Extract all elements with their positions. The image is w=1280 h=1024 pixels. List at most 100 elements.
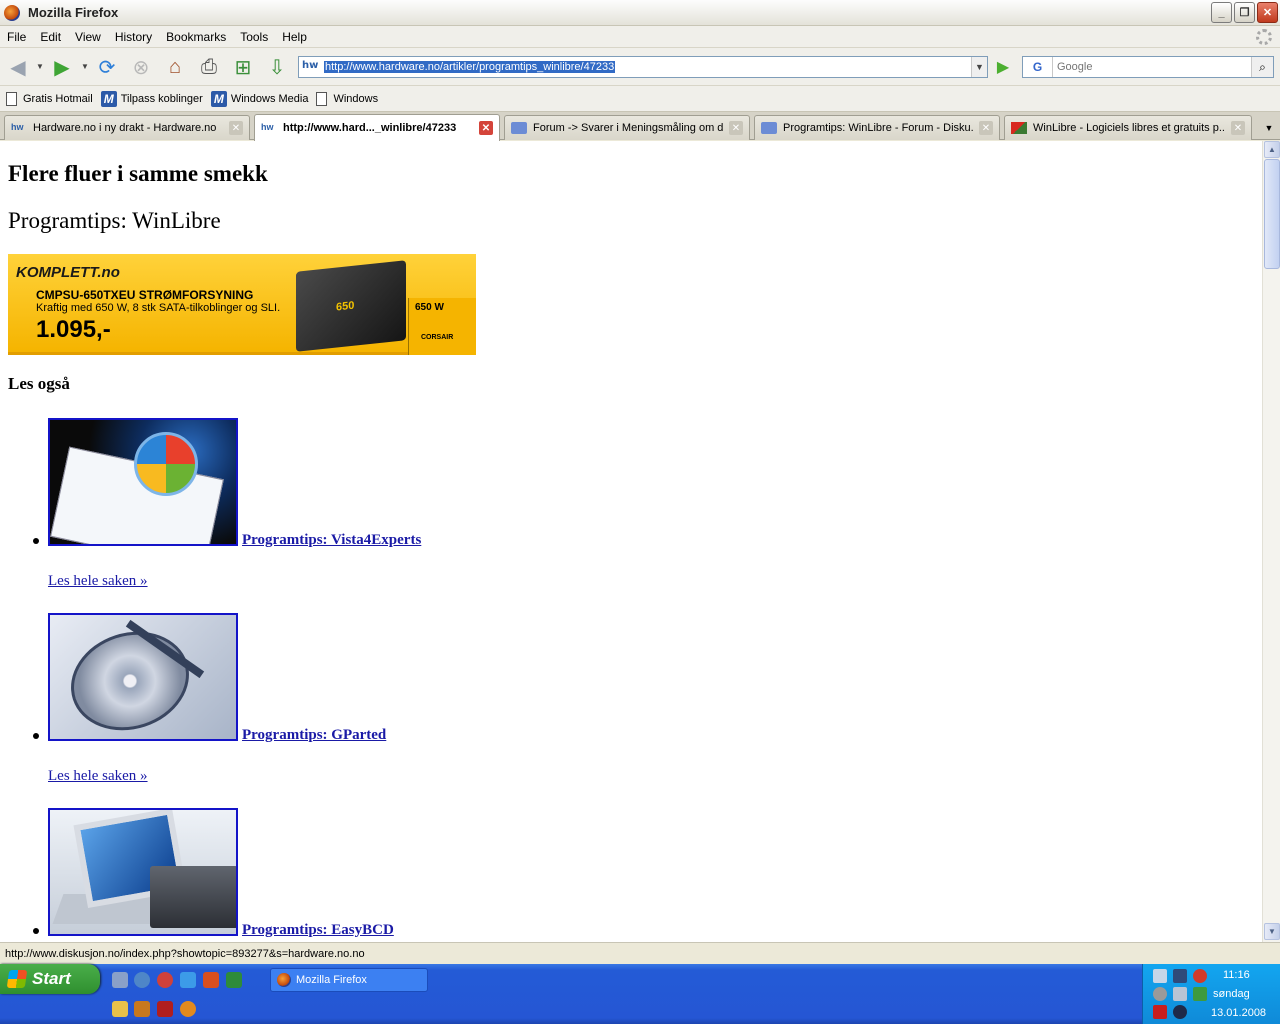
taskbar: Start Mozilla Firefox 11:16 søndag 13.01…	[0, 964, 1280, 1024]
system-tray: 11:16 søndag 13.01.2008	[1142, 964, 1280, 1024]
quicklaunch-browser-icon[interactable]	[134, 972, 150, 988]
vista4experts-thumbnail[interactable]	[48, 418, 238, 546]
komplett-ad-banner[interactable]: KOMPLETT.no CMPSU-650TXEU STRØMFORSYNING…	[8, 254, 476, 355]
quicklaunch-ati-icon[interactable]	[157, 1001, 173, 1017]
ad-side-panel: 650 W CORSAIR	[408, 298, 476, 355]
ad-description: Kraftig med 650 W, 8 stk SATA-tilkobling…	[36, 302, 281, 314]
ati-icon[interactable]	[1153, 1005, 1167, 1019]
psu-label: 650	[336, 299, 355, 314]
ad-product: CMPSU-650TXEU STRØMFORSYNING	[36, 288, 254, 302]
tab-close-icon[interactable]: ✕	[979, 121, 993, 135]
vertical-scrollbar[interactable]: ▲ ▼	[1262, 141, 1280, 942]
url-bar[interactable]: hw http://www.hardware.no/artikler/progr…	[298, 56, 988, 78]
media-icon[interactable]	[1173, 1005, 1187, 1019]
quicklaunch-java-icon[interactable]	[134, 1001, 150, 1017]
ad-brand: KOMPLETT.no	[16, 264, 120, 281]
menu-tools[interactable]: Tools	[233, 30, 275, 44]
security-alert-icon[interactable]	[1193, 969, 1207, 983]
bookmark-windows[interactable]: Windows	[316, 91, 379, 106]
search-input[interactable]	[1057, 58, 1247, 76]
menu-bookmarks[interactable]: Bookmarks	[159, 30, 233, 44]
scroll-up-icon[interactable]: ▲	[1264, 141, 1280, 158]
bookmark-label: Gratis Hotmail	[23, 92, 93, 105]
quicklaunch-tool-icon[interactable]	[112, 1001, 128, 1017]
quicklaunch-excel-icon[interactable]	[226, 972, 242, 988]
home-icon[interactable]: ⌂	[163, 55, 187, 79]
window-title: Mozilla Firefox	[28, 5, 119, 20]
update-icon[interactable]	[1193, 987, 1207, 1001]
tab-close-icon[interactable]: ✕	[1231, 121, 1245, 135]
menu-history[interactable]: History	[108, 30, 159, 44]
quicklaunch-ie-icon[interactable]	[180, 972, 196, 988]
menu-view[interactable]: View	[68, 30, 108, 44]
go-arrow-icon[interactable]: ▶	[992, 57, 1014, 77]
forward-arrow-icon[interactable]: ▶	[50, 55, 74, 79]
tab-close-icon[interactable]: ✕	[729, 121, 743, 135]
easybcd-thumbnail[interactable]	[48, 808, 238, 936]
tab-close-icon[interactable]: ✕	[479, 121, 493, 135]
bookmark-gratis-hotmail[interactable]: Gratis Hotmail	[6, 91, 93, 106]
search-engine-label: G	[1032, 60, 1043, 74]
url-text[interactable]: http://www.hardware.no/artikler/programt…	[324, 61, 616, 73]
print-icon[interactable]: ⎙	[197, 55, 221, 79]
quicklaunch-media-icon[interactable]	[157, 972, 173, 988]
tab-hardware-no[interactable]: hw Hardware.no i ny drakt - Hardware.no …	[4, 115, 250, 140]
tab-forum-meningsmaling[interactable]: Forum -> Svarer i Meningsmåling om d... …	[504, 115, 750, 140]
tab-label: Forum -> Svarer i Meningsmåling om d...	[533, 122, 723, 134]
article-link-easybcd[interactable]: Programtips: EasyBCD	[242, 922, 394, 939]
bookmarks-toolbar: Gratis Hotmail M Tilpass koblinger M Win…	[0, 86, 1280, 112]
list-bullet	[33, 733, 39, 739]
windows-flag-icon	[6, 970, 28, 988]
download-icon[interactable]: ⇩	[265, 55, 289, 79]
list-bullet	[33, 928, 39, 934]
tab-winlibre-article[interactable]: hw http://www.hard..._winlibre/47233 ✕	[254, 114, 500, 141]
article-link-vista4experts[interactable]: Programtips: Vista4Experts	[242, 532, 421, 549]
scroll-thumb[interactable]	[1264, 159, 1280, 269]
bookmark-label: Windows	[333, 92, 379, 105]
msn-icon: M	[100, 90, 117, 107]
throbber-icon	[1256, 29, 1272, 45]
tab-forum-winlibre[interactable]: Programtips: WinLibre - Forum - Disku...…	[754, 115, 1000, 140]
stop-icon[interactable]: ⊗	[129, 55, 153, 79]
maximize-button[interactable]: ❐	[1234, 2, 1255, 23]
quicklaunch-desktop-icon[interactable]	[112, 972, 128, 988]
status-bar: http://www.diskusjon.no/index.php?showto…	[0, 942, 1280, 964]
list-bullet	[33, 538, 39, 544]
minimize-button[interactable]: _	[1211, 2, 1232, 23]
google-engine-icon[interactable]: G	[1023, 57, 1053, 77]
taskbar-firefox-button[interactable]: Mozilla Firefox	[270, 968, 428, 992]
tab-label: WinLibre - Logiciels libres et gratuits …	[1033, 122, 1225, 134]
network-monitor-icon[interactable]	[1173, 969, 1187, 983]
back-history-dropdown[interactable]: ▼	[36, 62, 44, 71]
gparted-thumbnail[interactable]	[48, 613, 238, 741]
search-bar[interactable]: G ⌕	[1022, 56, 1274, 78]
scroll-down-icon[interactable]: ▼	[1264, 923, 1280, 940]
tab-close-icon[interactable]: ✕	[229, 121, 243, 135]
network-icon[interactable]	[1153, 969, 1167, 983]
quicklaunch-firefox-icon[interactable]	[180, 1001, 196, 1017]
forward-history-dropdown[interactable]: ▼	[81, 62, 89, 71]
tab-winlibre-site[interactable]: WinLibre - Logiciels libres et gratuits …	[1004, 115, 1252, 140]
reload-icon[interactable]: ⟳	[95, 55, 119, 79]
tab-strip: hw Hardware.no i ny drakt - Hardware.no …	[0, 112, 1280, 141]
windows-logo-icon	[134, 432, 198, 496]
tab-list-dropdown-icon[interactable]: ▼	[1258, 115, 1280, 140]
clock-time: 11:16	[1223, 969, 1250, 981]
read-more-link[interactable]: Les hele saken »	[48, 573, 148, 590]
sound-icon[interactable]	[1153, 987, 1167, 1001]
new-tab-icon[interactable]: ⊞	[231, 55, 255, 79]
back-arrow-icon[interactable]: ◀	[6, 55, 30, 79]
url-history-dropdown-icon[interactable]: ▼	[971, 57, 987, 77]
usb-icon[interactable]	[1173, 987, 1187, 1001]
bookmark-windows-media[interactable]: M Windows Media	[210, 90, 308, 107]
bookmark-tilpass-koblinger[interactable]: M Tilpass koblinger	[100, 90, 203, 107]
close-button[interactable]: ✕	[1257, 2, 1278, 23]
menu-edit[interactable]: Edit	[33, 30, 68, 44]
article-link-gparted[interactable]: Programtips: GParted	[242, 727, 386, 744]
read-more-link[interactable]: Les hele saken »	[48, 768, 148, 785]
search-magnifier-icon[interactable]: ⌕	[1251, 57, 1273, 77]
menu-help[interactable]: Help	[275, 30, 314, 44]
menu-file[interactable]: File	[0, 30, 33, 44]
quicklaunch-app-icon[interactable]	[203, 972, 219, 988]
start-button[interactable]: Start	[0, 964, 100, 994]
